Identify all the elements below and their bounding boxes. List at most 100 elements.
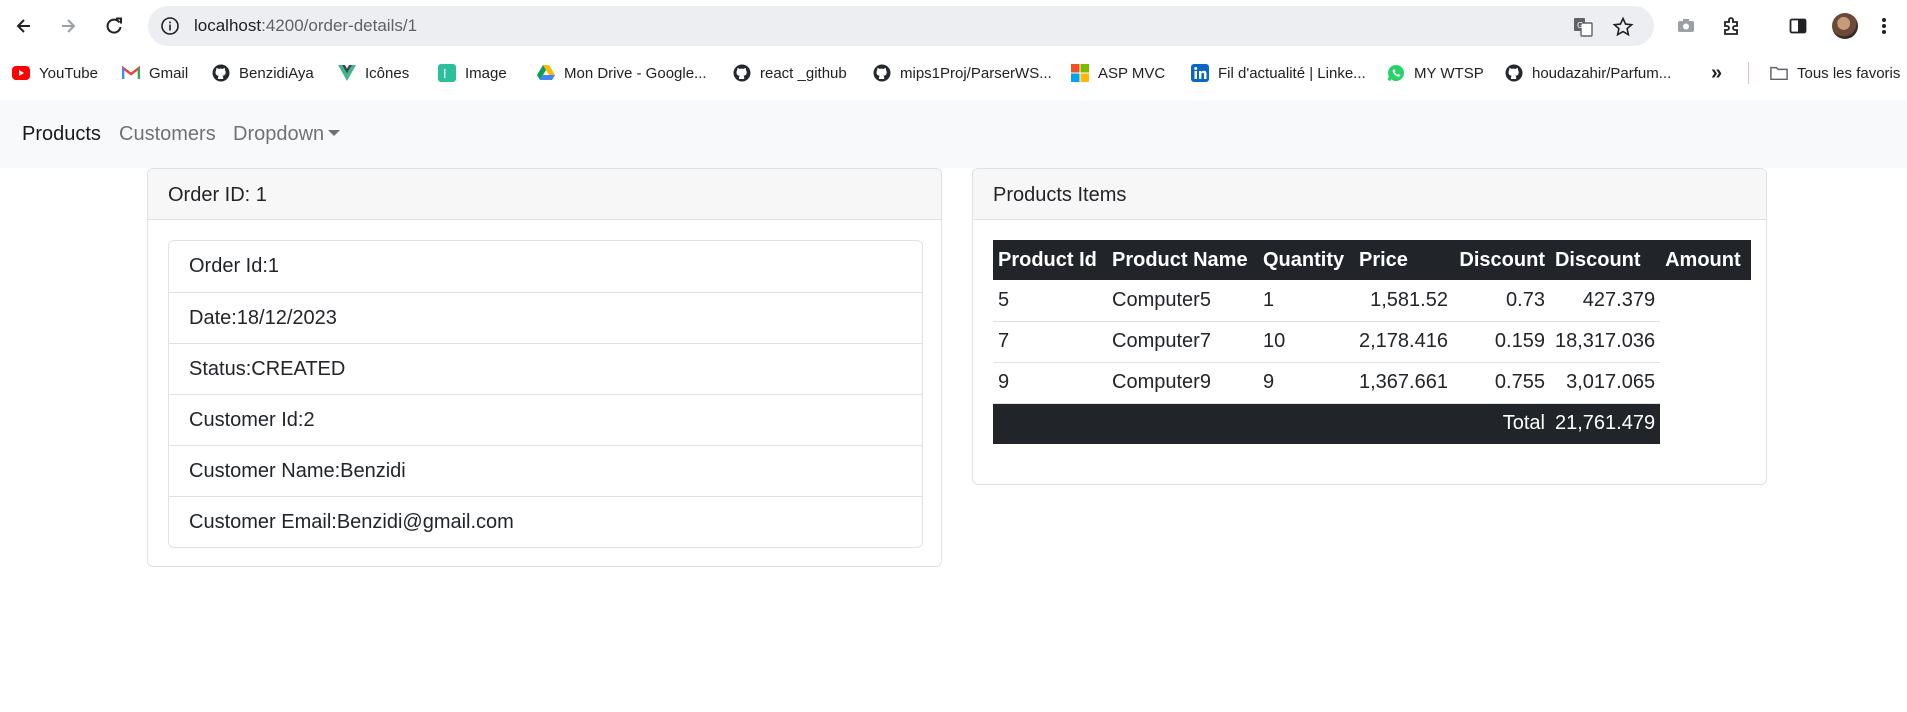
customer-email-item: Customer Email:Benzidi@gmail.com [169,496,922,547]
products-items-table: Product Id Product Name Quantity Price D… [993,240,1752,444]
col-discount-2: Discount [1549,240,1661,280]
url-text[interactable]: localhost:4200/order-details/1 [194,16,417,36]
bookmark-icones[interactable]: Icônes [338,62,409,84]
gmail-icon [122,64,140,82]
cell-quantity: 10 [1258,321,1354,363]
col-price: Price [1354,240,1453,280]
total-row: Total 21,761.479 [993,403,1752,444]
bookmark-label: react _github [760,64,847,82]
customer-id-item: Customer Id:2 [169,394,922,445]
bookmark-mips1proj[interactable]: mips1Proj/ParserWS... [873,62,1052,84]
page-content: Products Customers Dropdown Order ID: 1 … [0,100,1907,712]
cell-amount: 18,317.036 [1549,321,1661,363]
bookmark-label: Tous les favoris [1797,64,1901,82]
bookmark-label: MY WTSP [1414,64,1484,82]
github-icon [212,64,230,82]
cell-discount: 0.159 [1452,321,1550,363]
col-product-name: Product Name [1107,240,1258,280]
col-product-id: Product Id [993,240,1107,280]
address-bar[interactable]: localhost:4200/order-details/1 G [148,6,1654,46]
bookmark-houdazahir[interactable]: houdazahir/Parfum... [1505,62,1671,84]
app-navbar: Products Customers Dropdown [0,100,1907,168]
github-icon [873,64,891,82]
chevron-double-right-icon: » [1711,61,1723,84]
bookmark-label: mips1Proj/ParserWS... [900,64,1052,82]
cell-empty [1660,280,1751,321]
bookmark-label: Image [465,64,507,82]
cell-product-id: 7 [993,321,1107,363]
order-date-item: Date:18/12/2023 [169,292,922,343]
cell-discount: 0.755 [1452,362,1550,404]
total-label: Total [993,403,1550,444]
browser-toolbar: localhost:4200/order-details/1 G [0,0,1907,52]
svg-text:G: G [1577,21,1583,30]
star-icon[interactable] [1612,16,1634,38]
order-id-item: Order Id:1 [189,255,280,277]
cell-product-name: Computer9 [1107,362,1258,404]
table-header-row: Product Id Product Name Quantity Price D… [993,240,1752,280]
cell-product-id: 5 [993,280,1107,322]
cell-price: 1,581.52 [1354,280,1453,322]
linkedin-icon [1191,64,1209,82]
whatsapp-icon [1387,64,1405,82]
github-icon [1505,64,1523,82]
extensions-icon[interactable] [1720,14,1744,38]
caret-down-icon [328,129,341,136]
bookmark-label: houdazahir/Parfum... [1532,64,1672,82]
cell-quantity: 9 [1258,362,1354,404]
cell-product-id: 9 [993,362,1107,404]
col-discount: Discount [1452,240,1550,280]
translate-icon[interactable]: G [1572,16,1594,38]
camera-icon[interactable] [1674,14,1698,38]
bookmark-drive[interactable]: Mon Drive - Google... [537,62,707,84]
order-details-list: Order Id:1 Date:18/12/2023 Status:CREATE… [168,240,923,548]
bookmark-label: YouTube [39,64,98,82]
cell-amount: 427.379 [1549,280,1661,322]
bookmark-label: BenzidiAya [239,64,314,82]
svg-text:I: I [443,67,447,81]
youtube-icon [12,64,30,82]
bookmark-react-github[interactable]: react _github [733,62,847,84]
folder-icon [1770,64,1788,82]
bookmarks-bar: YouTube Gmail BenzidiAya Icônes I Image … [0,56,1907,90]
total-value: 21,761.479 [1549,403,1661,444]
all-bookmarks-folder[interactable]: Tous les favoris [1770,62,1900,84]
customer-name-item: Customer Name:Benzidi [169,445,922,496]
products-card-header: Products Items [973,169,1766,220]
microsoft-icon [1071,64,1089,82]
bookmark-label: ASP MVC [1098,64,1166,82]
bookmark-my-wtsp[interactable]: MY WTSP [1387,62,1484,84]
table-row: 9 Computer9 9 1,367.661 0.755 3,017.065 [993,362,1751,404]
cell-price: 1,367.661 [1354,362,1453,404]
bookmark-label: Fil d'actualité | Linke... [1218,64,1366,82]
reload-icon[interactable] [100,12,128,40]
cell-product-name: Computer5 [1107,280,1258,322]
table-row: 7 Computer7 10 2,178.416 0.159 18,317.03… [993,321,1751,363]
cell-quantity: 1 [1258,280,1354,322]
nav-customers[interactable]: Customers [119,122,216,146]
bookmark-label: Icônes [365,64,410,82]
nav-products[interactable]: Products [22,122,101,146]
cell-empty [1660,403,1752,444]
nav-dropdown[interactable]: Dropdown [233,122,341,146]
site-info-icon[interactable] [160,16,180,36]
order-card-header: Order ID: 1 [148,169,941,220]
vue-icon [338,64,356,82]
bookmark-gmail[interactable]: Gmail [122,62,188,84]
bookmark-youtube[interactable]: YouTube [12,62,98,84]
image-icon: I [438,64,456,82]
bookmark-linkedin[interactable]: Fil d'actualité | Linke... [1191,62,1366,84]
bookmark-asp-mvc[interactable]: ASP MVC [1071,62,1165,84]
profile-avatar[interactable] [1832,13,1858,39]
order-card: Order ID: 1 Order Id:1 Date:18/12/2023 S… [147,168,942,567]
bookmarks-overflow-button[interactable]: » [1711,62,1722,84]
cell-empty [1660,321,1751,362]
products-card: Products Items Product Id Product Name Q… [972,168,1767,485]
side-panel-icon[interactable] [1786,14,1810,38]
menu-icon[interactable] [1872,14,1896,38]
forward-icon[interactable] [54,12,82,40]
back-icon[interactable] [10,12,38,40]
bookmark-benzidiaya[interactable]: BenzidiAya [212,62,314,84]
nav-dropdown-label: Dropdown [233,123,325,145]
bookmark-image[interactable]: I Image [438,62,507,84]
